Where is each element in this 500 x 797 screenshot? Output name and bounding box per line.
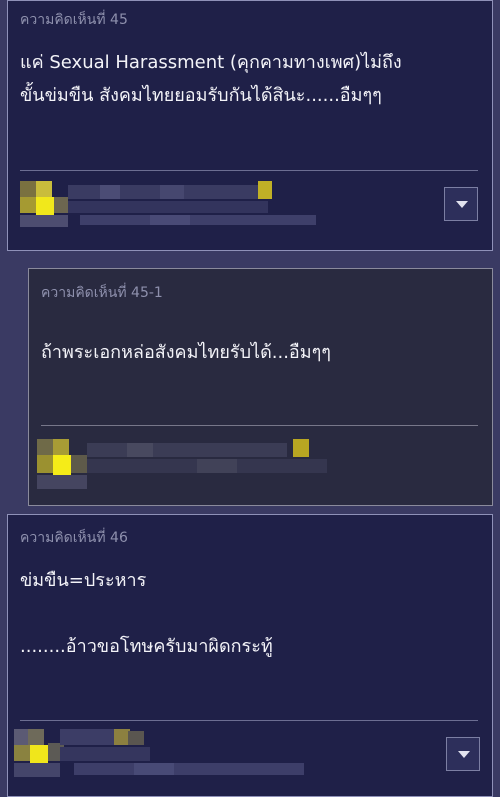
comment-menu-button[interactable] — [446, 737, 480, 771]
avatar[interactable] — [37, 439, 327, 493]
comment-card-45: ความคิดเห็นที่ 45 แค่ Sexual Harassment … — [7, 0, 493, 251]
comment-number: ความคิดเห็นที่ 45 — [20, 12, 128, 28]
comment-text: ข่มขืน=ประหาร ........อ้าวขอโทษครับมาผิด… — [20, 570, 273, 657]
reply-card-45-1: ความคิดเห็นที่ 45-1 ถ้าพระเอกหล่อสังคมไท… — [28, 268, 493, 506]
comment-text: แค่ Sexual Harassment (คุกคามทางเพศ)ไม่ถ… — [20, 52, 402, 106]
comment-divider — [20, 170, 478, 171]
comment-number: ความคิดเห็นที่ 46 — [20, 530, 128, 546]
comment-card-46: ความคิดเห็นที่ 46 ข่มขืน=ประหาร ........… — [7, 514, 493, 797]
comment-number: ความคิดเห็นที่ 45-1 — [41, 285, 163, 301]
comment-menu-button[interactable] — [444, 187, 478, 221]
comment-divider — [20, 720, 478, 721]
comment-divider — [41, 425, 478, 426]
comment-text: ถ้าพระเอกหล่อสังคมไทยรับได้...อืมๆๆ — [41, 342, 331, 363]
chevron-down-icon — [456, 201, 468, 208]
avatar[interactable] — [20, 181, 316, 231]
avatar[interactable] — [14, 729, 310, 785]
chevron-down-icon — [458, 751, 470, 758]
